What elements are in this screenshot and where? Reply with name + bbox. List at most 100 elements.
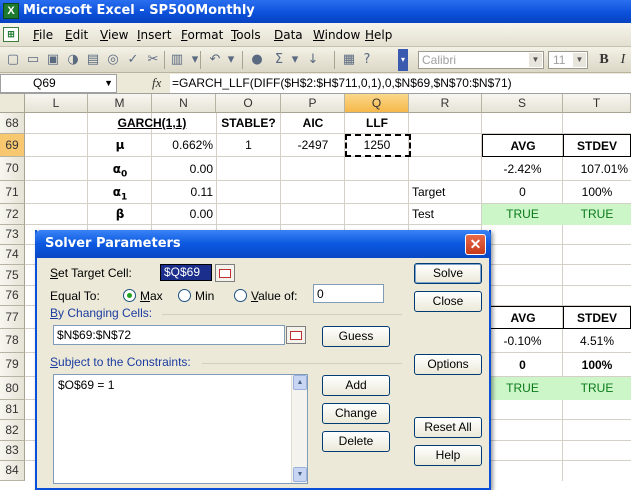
cell-s80[interactable]: TRUE [482,377,563,400]
column-header-l[interactable]: L [25,94,88,113]
row-header-79[interactable]: 79 [0,353,25,377]
spelling-icon[interactable]: ✓ [124,51,142,69]
menu-file[interactable]: File [33,28,53,42]
row-header-82[interactable]: 82 [0,420,25,441]
cell-s70[interactable]: -2.42% [482,157,563,181]
cell-t71[interactable]: 100% [563,181,631,204]
row-header-69[interactable]: 69 [0,134,25,157]
cell-s79[interactable]: 0 [482,353,563,377]
constraints-list[interactable]: $O$69 = 1 ▲ ▼ [53,374,308,484]
row-header-81[interactable]: 81 [0,400,25,420]
scroll-up-icon[interactable]: ▲ [293,375,307,390]
constraints-scrollbar[interactable]: ▲ ▼ [291,375,307,483]
cell-m70[interactable]: α0 [88,157,152,181]
row-header-76[interactable]: 76 [0,286,25,306]
reset-all-button[interactable]: Reset All [414,417,482,438]
cell-m72[interactable]: β [88,204,152,225]
max-radio[interactable] [123,289,136,302]
excel-icon[interactable]: X [3,3,19,19]
hyperlink-icon[interactable]: ● [248,51,266,69]
cell-s71[interactable]: 0 [482,181,563,204]
target-cell-input[interactable]: $Q$69 [160,264,212,281]
column-header-m[interactable]: M [88,94,152,113]
cell-r72[interactable]: Test [409,204,482,225]
cell-t78[interactable]: 4.51% [563,329,631,353]
value-of-label[interactable]: Value of: [251,289,298,303]
chart-wizard-icon[interactable]: ▦ [340,51,358,69]
row-header-84[interactable]: 84 [0,461,25,481]
chevron-down-icon[interactable]: ▼ [529,53,542,67]
value-of-input[interactable]: 0 [313,284,384,303]
cell-n71[interactable]: 0.11 [152,181,216,204]
column-header-n[interactable]: N [152,94,216,113]
select-all-corner[interactable] [0,94,25,113]
paste-icon[interactable]: ▥ [168,51,186,69]
print-icon[interactable]: ▤ [84,51,102,69]
open-icon[interactable]: ▭ [24,51,42,69]
solve-button[interactable]: Solve [414,263,482,284]
menu-window[interactable]: Window [313,28,360,42]
row-header-83[interactable]: 83 [0,441,25,461]
cell-t77[interactable]: STDEV [563,306,631,329]
cell-r71[interactable]: Target [409,181,482,204]
sort-ascending-icon[interactable]: ↓ [304,51,322,69]
column-header-t[interactable]: T [563,94,631,113]
scroll-down-icon[interactable]: ▼ [293,467,307,482]
row-header-68[interactable]: 68 [0,113,25,134]
cell-m71[interactable]: α1 [88,181,152,204]
new-icon[interactable]: ▢ [4,51,22,69]
column-header-o[interactable]: O [216,94,281,113]
close-icon[interactable]: ✕ [465,234,486,255]
change-button[interactable]: Change [322,403,390,424]
font-name-dropdown[interactable]: Calibri ▼ [418,51,544,69]
close-button[interactable]: Close [414,291,482,312]
cell-n70[interactable]: 0.00 [152,157,216,181]
options-button[interactable]: Options [414,354,482,375]
cell-p68[interactable]: AIC [281,113,345,134]
target-cell-ref-button[interactable] [215,264,235,282]
column-header-p[interactable]: P [281,94,345,113]
bold-button[interactable]: B [596,51,612,69]
menu-data[interactable]: Data [274,28,303,42]
menu-edit[interactable]: Edit [65,28,88,42]
save-icon[interactable]: ▣ [44,51,62,69]
cell-m69[interactable]: μ [88,134,152,157]
column-header-r[interactable]: R [409,94,482,113]
cell-s77[interactable]: AVG [482,306,563,329]
cell-s78[interactable]: -0.10% [482,329,563,353]
cell-n72[interactable]: 0.00 [152,204,216,225]
cell-s72[interactable]: TRUE [482,204,563,225]
cell-q68[interactable]: LLF [345,113,409,134]
cell-o69[interactable]: 1 [216,134,281,157]
cell-m68[interactable]: GARCH(1,1) [88,113,216,134]
guess-button[interactable]: Guess [322,326,390,347]
help-icon[interactable]: ? [358,51,376,69]
cell-t70[interactable]: 107.01% [563,157,631,181]
add-button[interactable]: Add [322,375,390,396]
formula-input[interactable]: =GARCH_LLF(DIFF($H$2:$H$711,0,1),0,$N$69… [170,74,631,93]
cell-o68[interactable]: STABLE? [216,113,281,134]
row-header-71[interactable]: 71 [0,181,25,204]
help-button[interactable]: Help [414,445,482,466]
workbook-icon[interactable]: ⊞ [3,27,19,42]
font-size-dropdown[interactable]: 11 ▼ [548,51,588,69]
changing-cells-ref-button[interactable] [286,326,306,344]
cell-p69[interactable]: -2497 [281,134,345,157]
row-header-72[interactable]: 72 [0,204,25,225]
row-header-73[interactable]: 73 [0,225,25,245]
row-header-75[interactable]: 75 [0,265,25,286]
permission-icon[interactable]: ◑ [64,51,82,69]
name-box[interactable]: Q69 ▼ [0,74,117,93]
max-label[interactable]: Max [140,289,163,303]
row-header-78[interactable]: 78 [0,329,25,353]
constraint-item[interactable]: $O$69 = 1 [58,378,114,392]
min-radio[interactable] [178,289,191,302]
min-label[interactable]: Min [195,289,214,303]
cell-n69[interactable]: 0.662% [152,134,216,157]
row-header-74[interactable]: 74 [0,245,25,265]
changing-cells-input[interactable]: $N$69:$N$72 [53,325,285,345]
delete-button[interactable]: Delete [322,431,390,452]
column-header-s[interactable]: S [482,94,563,113]
chevron-down-icon[interactable]: ▼ [573,53,586,67]
toolbar-options-icon[interactable]: ▾ [398,49,408,71]
